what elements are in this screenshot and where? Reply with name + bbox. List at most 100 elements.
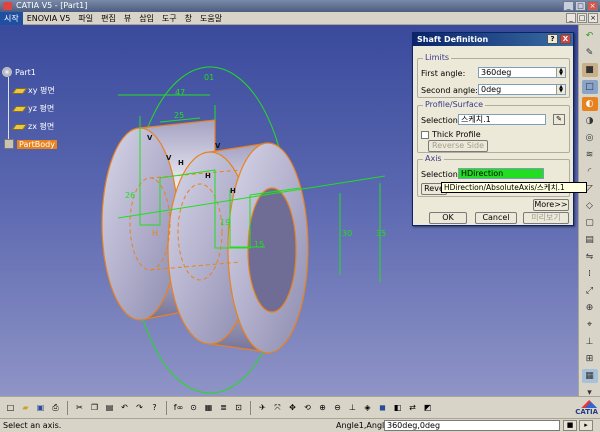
apply-material-icon[interactable]: ▦: [581, 369, 598, 383]
maximize-icon[interactable]: □: [575, 1, 586, 11]
cancel-button[interactable]: Cancel: [475, 212, 517, 224]
fillet-icon[interactable]: ◜: [582, 165, 598, 179]
cut-icon[interactable]: ✂: [73, 401, 86, 415]
shell-icon[interactable]: ▢: [582, 216, 598, 230]
zoom-in-icon[interactable]: ⊕: [316, 401, 329, 415]
rib-icon[interactable]: ≋: [582, 148, 598, 162]
profile-selection-label: Selection:: [421, 116, 461, 125]
sketcher-icon[interactable]: ✎: [553, 114, 565, 125]
more-button[interactable]: More>>: [533, 199, 569, 211]
table-icon[interactable]: ▦: [202, 401, 215, 415]
shaft-icon[interactable]: ◐: [581, 97, 598, 111]
close-icon[interactable]: ×: [587, 1, 598, 11]
whats-this-icon[interactable]: ?: [148, 401, 161, 415]
tree-node-yz-plane[interactable]: yz 평면: [11, 103, 54, 114]
menu-insert[interactable]: 삽입: [135, 12, 158, 25]
second-angle-input[interactable]: 0deg ▲ ▼: [478, 84, 566, 95]
thick-profile-checkbox[interactable]: Thick Profile: [421, 130, 481, 139]
boolean-icon[interactable]: ⊕: [582, 301, 598, 315]
tree-node-partbody[interactable]: PartBody: [4, 139, 57, 149]
shading-icon[interactable]: ◼: [376, 401, 389, 415]
constraint-h-3: H: [230, 187, 236, 195]
hide-show-icon[interactable]: ◧: [391, 401, 404, 415]
menu-file[interactable]: 파일: [74, 12, 97, 25]
preview-button[interactable]: 미리보기: [523, 212, 569, 224]
menu-tools[interactable]: 도구: [158, 12, 181, 25]
catia-logo: CATIA: [575, 400, 598, 416]
window-controls: _ □ ×: [563, 1, 598, 11]
profile-selection-field[interactable]: 스케치.1: [458, 114, 546, 125]
limits-title: Limits: [423, 53, 451, 62]
part-icon: [2, 67, 12, 77]
iso-view-icon[interactable]: ◈: [361, 401, 374, 415]
catalog-icon[interactable]: ≣: [217, 401, 230, 415]
knowledge-icon[interactable]: ⊙: [187, 401, 200, 415]
first-angle-label: First angle:: [421, 69, 466, 78]
zoom-out-icon[interactable]: ⊖: [331, 401, 344, 415]
menu-view[interactable]: 뷰: [120, 12, 135, 25]
menu-enovia[interactable]: ENOVIA V5: [23, 12, 75, 25]
tree-node-part[interactable]: Part1: [2, 67, 36, 77]
menu-start[interactable]: 시작: [0, 11, 23, 25]
spinner-icon[interactable]: ▲ ▼: [556, 85, 565, 94]
pocket-icon[interactable]: □: [581, 80, 598, 94]
first-angle-input[interactable]: 360deg ▲ ▼: [478, 67, 566, 78]
fit-all-icon[interactable]: ⤧: [271, 401, 284, 415]
open-icon[interactable]: ▰: [19, 401, 32, 415]
axis-selection-label: Selection:: [421, 170, 461, 179]
menu-window[interactable]: 창: [181, 12, 196, 25]
axis-selection-field[interactable]: HDirection: [458, 168, 544, 179]
new-icon[interactable]: □: [4, 401, 17, 415]
shaft-definition-dialog: Shaft Definition ? X Limits First angle:…: [412, 32, 574, 226]
formula-icon[interactable]: f∞: [172, 401, 185, 415]
tree-node-xy-plane[interactable]: xy 평면: [11, 85, 55, 96]
minimize-icon[interactable]: _: [563, 1, 574, 11]
redo-icon[interactable]: ↷: [133, 401, 146, 415]
measure-icon[interactable]: ⌖: [582, 318, 598, 332]
power-input-icon[interactable]: ▸: [579, 420, 593, 431]
power-input-field[interactable]: 360deg,0deg: [384, 420, 560, 431]
dim-35: 35: [376, 229, 386, 238]
exit-workbench-icon[interactable]: ↶: [582, 29, 598, 43]
menu-bar: 시작 ENOVIA V5 파일 편집 뷰 삽입 도구 창 도움말 _ □ ×: [0, 11, 600, 25]
reverse-side-button[interactable]: Reverse Side: [428, 140, 488, 152]
constraint-icon[interactable]: ⊥: [582, 335, 598, 349]
copy-icon[interactable]: ❐: [88, 401, 101, 415]
material-icon[interactable]: ◩: [421, 401, 434, 415]
rotate-icon[interactable]: ⟲: [301, 401, 314, 415]
scaling-icon[interactable]: ⤢: [582, 284, 598, 298]
normal-view-icon[interactable]: ⊥: [346, 401, 359, 415]
print-icon[interactable]: ⎙: [49, 401, 62, 415]
ok-button[interactable]: OK: [429, 212, 467, 224]
dialog-close-icon[interactable]: X: [560, 34, 571, 44]
draft-icon[interactable]: ◇: [582, 199, 598, 213]
fly-mode-icon[interactable]: ✈: [256, 401, 269, 415]
pan-icon[interactable]: ✥: [286, 401, 299, 415]
end-hole: [247, 187, 297, 313]
analysis-icon[interactable]: ⊞: [582, 352, 598, 366]
sketch-icon[interactable]: ✎: [582, 46, 598, 60]
checkbox-icon[interactable]: [421, 130, 429, 139]
doc-close-icon[interactable]: ×: [588, 13, 598, 23]
paste-icon[interactable]: ▤: [103, 401, 116, 415]
hole-icon[interactable]: ◎: [582, 131, 598, 145]
dialog-title: Shaft Definition: [417, 35, 489, 44]
groove-icon[interactable]: ◑: [582, 114, 598, 128]
publish-icon[interactable]: ⊡: [232, 401, 245, 415]
pad-icon[interactable]: ■: [581, 63, 598, 77]
mirror-icon[interactable]: ⇋: [582, 250, 598, 264]
doc-restore-icon[interactable]: □: [577, 13, 587, 23]
menu-help[interactable]: 도움말: [196, 12, 226, 25]
save-icon[interactable]: ▣: [34, 401, 47, 415]
dialog-titlebar[interactable]: Shaft Definition ? X: [413, 33, 573, 46]
help-icon[interactable]: ?: [547, 34, 558, 44]
swap-space-icon[interactable]: ⇄: [406, 401, 419, 415]
spinner-icon[interactable]: ▲ ▼: [556, 68, 565, 77]
tree-node-zx-plane[interactable]: zx 평면: [11, 121, 54, 132]
doc-minimize-icon[interactable]: _: [566, 13, 576, 23]
menu-edit[interactable]: 편집: [97, 12, 120, 25]
pattern-icon[interactable]: ⁞: [582, 267, 598, 281]
undo-icon[interactable]: ↶: [118, 401, 131, 415]
stop-icon[interactable]: ■: [563, 420, 577, 431]
thickness-icon[interactable]: ▤: [582, 233, 598, 247]
